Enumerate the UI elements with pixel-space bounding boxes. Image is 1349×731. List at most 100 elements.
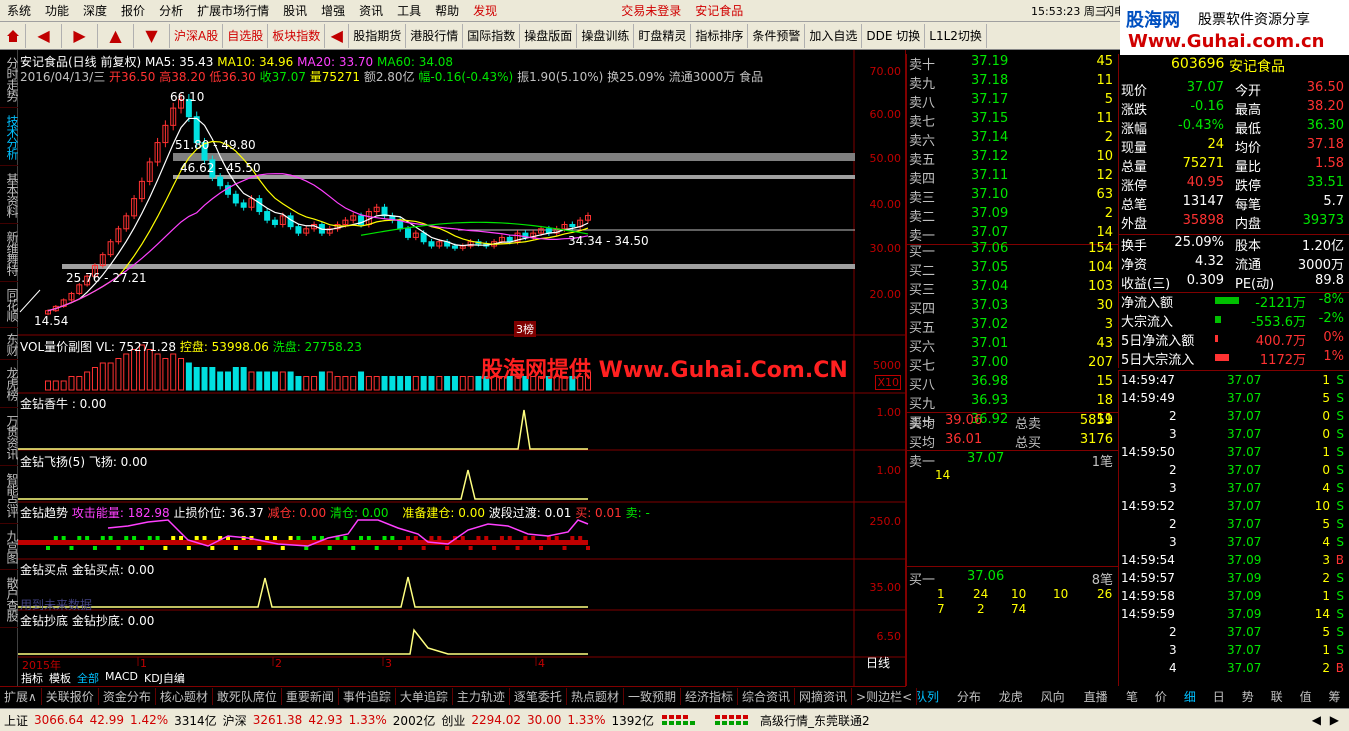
tab-smart-comment[interactable]: 智能点评 xyxy=(0,466,19,524)
chart-tab-all[interactable]: 全部 xyxy=(74,670,102,686)
bottom-tab[interactable]: 扩展∧ xyxy=(0,688,42,705)
bottom-tab[interactable]: 网摘资讯 xyxy=(795,688,853,705)
btn-monitor[interactable]: 盯盘精灵 xyxy=(634,23,692,48)
tab-intraday[interactable]: 分时走势 xyxy=(0,50,19,108)
menu-info[interactable]: 资讯 xyxy=(352,2,390,19)
bottom-tab[interactable]: 一致预期 xyxy=(624,688,681,705)
tab-fundamentals[interactable]: 基本资料 xyxy=(0,166,19,224)
current-stock-link[interactable]: 安记食品 xyxy=(688,2,750,19)
btn-hk-quotes[interactable]: 港股行情 xyxy=(406,23,464,48)
scroll-left-icon[interactable]: ◀ xyxy=(1312,713,1321,727)
tab-dragon-tiger[interactable]: 龙虎榜 xyxy=(0,360,19,408)
forward-arrow-icon[interactable]: ▶ xyxy=(62,23,98,48)
menu-stock-news[interactable]: 股讯 xyxy=(276,2,314,19)
tick-tab-trade[interactable]: 笔 xyxy=(1118,688,1147,705)
dragon-tiger-badge[interactable]: 3榜 xyxy=(514,321,536,337)
menu-function[interactable]: 功能 xyxy=(38,2,76,19)
bid-row[interactable]: 买一 37.06 154 xyxy=(907,241,1119,260)
tick-tab-link[interactable]: 联 xyxy=(1262,688,1291,705)
tab-tonghuashun[interactable]: 同花顺 xyxy=(0,282,19,328)
bid-row[interactable]: 买八 36.98 15 xyxy=(907,374,1119,393)
bottom-tab[interactable]: 主力轨迹 xyxy=(453,688,510,705)
btn-add-watchlist[interactable]: 加入自选 xyxy=(805,23,863,48)
chart-tab-indicator[interactable]: 指标 xyxy=(18,670,46,686)
bottom-tab[interactable]: 大单追踪 xyxy=(396,688,453,705)
up-arrow-icon[interactable]: ▲ xyxy=(98,23,134,48)
ob-tab-dragon[interactable]: 龙虎 xyxy=(990,688,1032,705)
btn-index-futures[interactable]: 股指期货 xyxy=(349,23,407,48)
ob-tab-distribution[interactable]: 分布 xyxy=(948,688,990,705)
bottom-tab[interactable]: 热点题材 xyxy=(567,688,624,705)
bottom-tab[interactable]: 经济指标 xyxy=(681,688,738,705)
tick-tab-day[interactable]: 日 xyxy=(1204,688,1233,705)
ask-row[interactable]: 卖八 37.17 5 xyxy=(907,92,1119,111)
btn-watchlist[interactable]: 自选股 xyxy=(223,23,269,48)
menu-help[interactable]: 帮助 xyxy=(428,2,466,19)
bid-row[interactable]: 买三 37.04 103 xyxy=(907,279,1119,298)
tab-nine-grid[interactable]: 九宫图 xyxy=(0,524,19,570)
bid-row[interactable]: 买二 37.05 104 xyxy=(907,260,1119,279)
menu-depth[interactable]: 深度 xyxy=(76,2,114,19)
chart-tab-template[interactable]: 模板 xyxy=(46,670,74,686)
chart-area[interactable]: 安记食品(日线 前复权) MA5: 35.43 MA10: 34.96 MA20… xyxy=(18,50,906,686)
bid-row[interactable]: 买九 36.93 18 xyxy=(907,393,1119,412)
menu-tools[interactable]: 工具 xyxy=(390,2,428,19)
tab-news[interactable]: 万贯资讯 xyxy=(0,408,19,466)
login-status[interactable]: 交易未登录 xyxy=(614,2,688,19)
ob-tab-live[interactable]: 直播 xyxy=(1074,688,1118,705)
btn-sector-index[interactable]: 板块指数 xyxy=(268,23,326,48)
tick-tab-detail[interactable]: 细 xyxy=(1175,688,1204,705)
menu-enhance[interactable]: 增强 xyxy=(314,2,352,19)
tick-tab-price[interactable]: 价 xyxy=(1146,688,1175,705)
ask-row[interactable]: 卖三 37.10 63 xyxy=(907,187,1119,206)
bid-row[interactable]: 买四 37.03 30 xyxy=(907,298,1119,317)
bottom-tab[interactable]: 敢死队席位 xyxy=(213,688,282,705)
ob-tab-wind[interactable]: 风向 xyxy=(1032,688,1074,705)
tab-dongcai[interactable]: 东财 xyxy=(0,328,19,360)
scroll-right-icon[interactable]: ▶ xyxy=(1330,713,1339,727)
tick-tab-value[interactable]: 值 xyxy=(1291,688,1320,705)
menu-system[interactable]: 系统 xyxy=(0,2,38,19)
ask-row[interactable]: 卖四 37.11 12 xyxy=(907,168,1119,187)
btn-indicator-sort[interactable]: 指标排序 xyxy=(691,23,749,48)
bottom-tab[interactable]: 核心题材 xyxy=(156,688,213,705)
bid-row[interactable]: 买六 37.01 43 xyxy=(907,336,1119,355)
home-icon[interactable] xyxy=(0,23,26,48)
menu-analysis[interactable]: 分析 xyxy=(152,2,190,19)
btn-dde-switch[interactable]: DDE 切换 xyxy=(862,23,926,48)
down-arrow-icon[interactable]: ▼ xyxy=(134,23,170,48)
ask-row[interactable]: 卖九 37.18 11 xyxy=(907,73,1119,92)
btn-hs-a[interactable]: 沪深A股 xyxy=(170,23,224,48)
chart-tab-kdj[interactable]: KDJ自编 xyxy=(141,670,188,686)
bottom-tab[interactable]: >则边栏< xyxy=(852,688,918,705)
toolbar-left-icon[interactable]: ◀ xyxy=(325,23,350,48)
ask-row[interactable]: 卖十 37.19 45 xyxy=(907,54,1119,73)
bottom-tab[interactable]: 综合资讯 xyxy=(738,688,795,705)
btn-trading-training[interactable]: 操盘训练 xyxy=(577,23,635,48)
bottom-tab[interactable]: 资金分布 xyxy=(99,688,156,705)
bottom-tab[interactable]: 事件追踪 xyxy=(339,688,396,705)
menu-quote[interactable]: 报价 xyxy=(114,2,152,19)
bid-row[interactable]: 买五 37.02 3 xyxy=(907,317,1119,336)
period-label[interactable]: 日线 xyxy=(866,654,890,671)
chart-tab-macd[interactable]: MACD xyxy=(102,670,141,686)
btn-alert[interactable]: 条件预警 xyxy=(748,23,806,48)
bid-row[interactable]: 买七 37.00 207 xyxy=(907,355,1119,374)
back-arrow-icon[interactable]: ◀ xyxy=(26,23,62,48)
ask-row[interactable]: 卖五 37.12 10 xyxy=(907,149,1119,168)
bottom-tab[interactable]: 重要新闻 xyxy=(282,688,339,705)
ask-row[interactable]: 卖六 37.14 2 xyxy=(907,130,1119,149)
ask-row[interactable]: 卖七 37.15 11 xyxy=(907,111,1119,130)
tab-retail-check[interactable]: 散户查股 xyxy=(0,570,19,628)
tick-tab-chips[interactable]: 筹 xyxy=(1320,688,1349,705)
btn-trading-layout[interactable]: 操盘版面 xyxy=(520,23,578,48)
menu-extended-market[interactable]: 扩展市场行情 xyxy=(190,2,276,19)
bottom-tab[interactable]: 逐笔委托 xyxy=(510,688,567,705)
ask-row[interactable]: 卖二 37.09 2 xyxy=(907,206,1119,225)
btn-intl-index[interactable]: 国际指数 xyxy=(463,23,521,48)
tab-xinwei[interactable]: 新维舞特 xyxy=(0,224,19,282)
tick-tab-trend[interactable]: 势 xyxy=(1233,688,1262,705)
menu-discover[interactable]: 发现 xyxy=(466,2,504,19)
tab-technical[interactable]: 技术分析 xyxy=(0,108,19,166)
btn-l1l2-switch[interactable]: L1L2切换 xyxy=(925,23,987,48)
